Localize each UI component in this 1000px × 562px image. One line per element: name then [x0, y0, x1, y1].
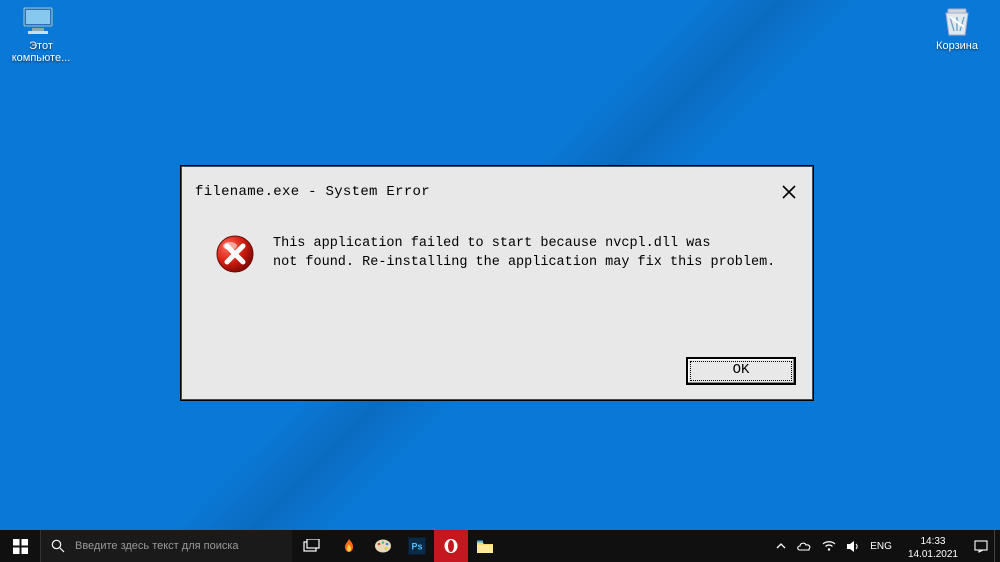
flame-icon: [341, 538, 357, 554]
tray-clock[interactable]: 14:33 14.01.2021: [902, 532, 964, 561]
task-view-icon: [303, 539, 321, 553]
tray-onedrive[interactable]: [796, 541, 812, 552]
cloud-icon: [796, 541, 812, 552]
taskbar: Введите здесь текст для поиска Ps: [0, 530, 1000, 562]
opera-icon: [443, 538, 459, 554]
palette-icon: [374, 538, 392, 554]
error-dialog: filename.exe - System Error: [180, 165, 814, 401]
windows-logo-icon: [13, 539, 28, 554]
task-view-button[interactable]: [292, 530, 332, 562]
dialog-title: filename.exe - System Error: [195, 184, 430, 200]
close-icon: [781, 184, 797, 200]
tray-network[interactable]: [822, 540, 836, 552]
speaker-icon: [846, 540, 860, 553]
tray-volume[interactable]: [846, 540, 860, 553]
taskbar-app-photoshop[interactable]: Ps: [400, 530, 434, 562]
tray-date: 14.01.2021: [908, 548, 958, 561]
desktop-icon-this-pc[interactable]: Этот компьюте...: [4, 6, 78, 64]
wifi-icon: [822, 540, 836, 552]
close-button[interactable]: [779, 182, 799, 202]
computer-icon: [22, 6, 60, 38]
taskbar-app-daemon[interactable]: [332, 530, 366, 562]
recycle-bin-icon: [938, 6, 976, 38]
error-icon: [215, 234, 255, 274]
show-desktop-button[interactable]: [994, 530, 1000, 562]
photoshop-icon: Ps: [408, 537, 426, 555]
tray-time: 14:33: [908, 535, 958, 548]
search-icon: [51, 539, 65, 553]
desktop-icon-label: Этот компьюте...: [12, 40, 71, 64]
folder-icon: [476, 539, 494, 554]
notification-icon: [974, 540, 988, 553]
chevron-up-icon: [776, 541, 786, 551]
desktop-icon-recycle-bin[interactable]: Корзина: [920, 6, 994, 52]
search-placeholder: Введите здесь текст для поиска: [75, 540, 239, 552]
start-button[interactable]: [0, 530, 40, 562]
taskbar-app-explorer[interactable]: [468, 530, 502, 562]
svg-text:Ps: Ps: [411, 542, 422, 552]
tray-action-center[interactable]: [974, 540, 988, 553]
taskbar-app-opera[interactable]: [434, 530, 468, 562]
desktop-icon-label: Корзина: [936, 40, 978, 52]
taskbar-app-paint[interactable]: [366, 530, 400, 562]
ok-button[interactable]: OK: [687, 358, 795, 384]
tray-language[interactable]: ENG: [870, 541, 892, 552]
search-input[interactable]: Введите здесь текст для поиска: [40, 530, 292, 562]
dialog-message: This application failed to start because…: [273, 234, 775, 274]
tray-show-hidden[interactable]: [776, 541, 786, 551]
system-tray: ENG 14:33 14.01.2021: [770, 530, 994, 562]
